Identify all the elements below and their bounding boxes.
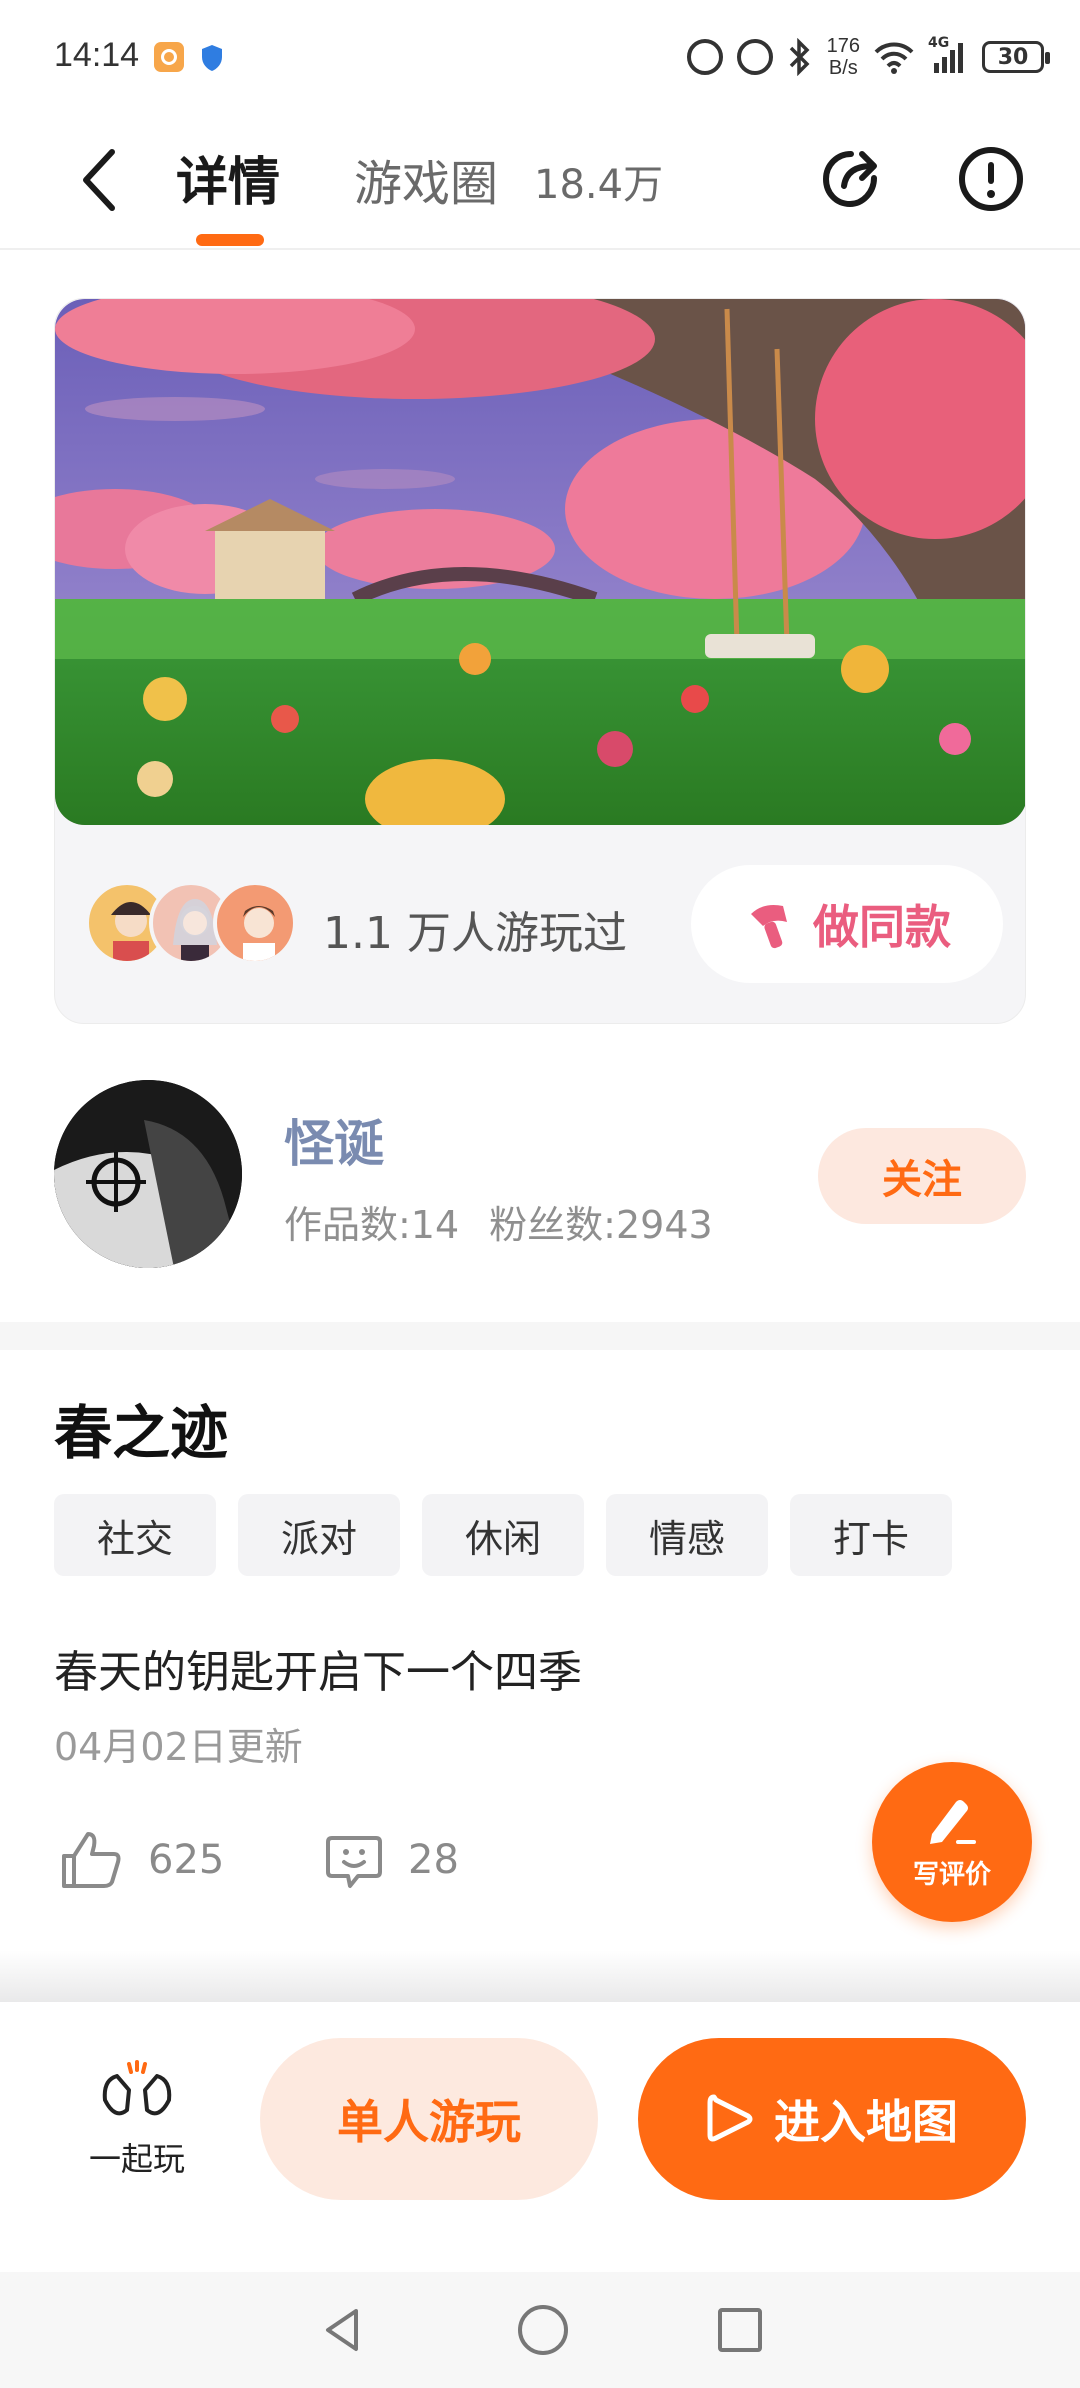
enter-map-label: 进入地图 <box>774 2095 958 2149</box>
section-divider <box>0 1322 1080 1350</box>
player-avatar <box>213 881 297 965</box>
game-cover-image[interactable] <box>55 299 1026 825</box>
game-tags: 社交 派对 休闲 情感 打卡 <box>54 1494 952 1576</box>
system-navigation-bar <box>0 2272 1080 2388</box>
comment-stat[interactable]: 28 <box>324 1830 459 1890</box>
make-same-label: 做同款 <box>813 900 951 954</box>
bottom-action-bar: 一起玩 单人游玩 进入地图 <box>0 2002 1080 2272</box>
tab-detail[interactable]: 详情 <box>176 140 280 215</box>
share-icon[interactable] <box>814 142 888 216</box>
write-review-button[interactable]: 写评价 <box>872 1762 1032 1922</box>
author-stats: 作品数:14 粉丝数:2943 <box>284 1194 713 1249</box>
wifi-icon <box>874 42 914 74</box>
played-count-text: 1.1 万人游玩过 <box>323 908 627 959</box>
tag-social[interactable]: 社交 <box>54 1494 216 1576</box>
like-stat[interactable]: 625 <box>60 1830 224 1890</box>
game-circle-count: 18.4万 <box>534 162 664 208</box>
play-together-label: 一起玩 <box>88 2140 185 2178</box>
solo-play-button[interactable]: 单人游玩 <box>260 2038 598 2200</box>
follow-button[interactable]: 关注 <box>818 1128 1026 1224</box>
enter-map-button[interactable]: 进入地图 <box>638 2038 1026 2200</box>
thumbs-up-icon <box>62 1832 121 1888</box>
shield-icon <box>202 45 222 71</box>
app-notification-icon <box>154 42 184 72</box>
net-speed: 176 B/s <box>826 35 860 79</box>
comment-count: 28 <box>408 1837 459 1883</box>
alarm-icon <box>736 39 773 75</box>
back-arrow-icon[interactable] <box>70 142 130 218</box>
game-title: 春之迹 <box>54 1399 229 1467</box>
game-description: 春天的钥匙开启下一个四季 <box>54 1647 582 1698</box>
active-tab-indicator <box>196 234 264 246</box>
tag-checkin[interactable]: 打卡 <box>790 1494 952 1576</box>
action-bar-shadow <box>0 1950 1080 2002</box>
status-icons: 176 B/s 4G 30 <box>686 32 1050 82</box>
game-updated-date: 04月02日更新 <box>54 1725 303 1769</box>
tag-casual[interactable]: 休闲 <box>422 1494 584 1576</box>
status-bar: 14:14 176 B/s 4G 30 <box>0 0 1080 110</box>
system-recents-icon[interactable] <box>718 2308 762 2352</box>
author-fans-count: 粉丝数:2943 <box>489 1203 713 1247</box>
author-name[interactable]: 怪诞 <box>284 1104 384 1176</box>
cellular-signal-icon: 4G <box>928 35 968 75</box>
make-same-button[interactable]: 做同款 <box>691 865 1003 983</box>
pencil-icon <box>930 1799 976 1844</box>
play-together-button[interactable]: 一起玩 <box>72 2060 202 2180</box>
play-icon <box>707 2094 753 2142</box>
battery-indicator: 30 <box>982 41 1050 73</box>
player-avatars <box>85 881 297 969</box>
game-card: 1.1 万人游玩过 做同款 <box>54 298 1026 1024</box>
comment-smile-icon <box>326 1836 382 1888</box>
data-saver-icon <box>686 39 723 75</box>
write-review-label: 写评价 <box>912 1859 991 1890</box>
high-five-icon <box>102 2060 172 2116</box>
report-alert-icon[interactable] <box>954 142 1028 216</box>
author-avatar[interactable] <box>54 1080 242 1268</box>
bluetooth-icon <box>789 38 810 76</box>
status-time: 14:14 <box>54 36 140 74</box>
like-count: 625 <box>148 1837 225 1883</box>
hammer-icon <box>751 905 787 949</box>
tag-emotion[interactable]: 情感 <box>606 1494 768 1576</box>
tab-game-circle[interactable]: 游戏圈 <box>354 144 498 214</box>
author-works-count: 作品数:14 <box>284 1203 460 1247</box>
top-navigation: 详情 游戏圈 18.4万 <box>0 110 1080 250</box>
system-home-icon[interactable] <box>518 2305 568 2355</box>
tag-party[interactable]: 派对 <box>238 1494 400 1576</box>
system-back-icon[interactable] <box>318 2305 368 2355</box>
